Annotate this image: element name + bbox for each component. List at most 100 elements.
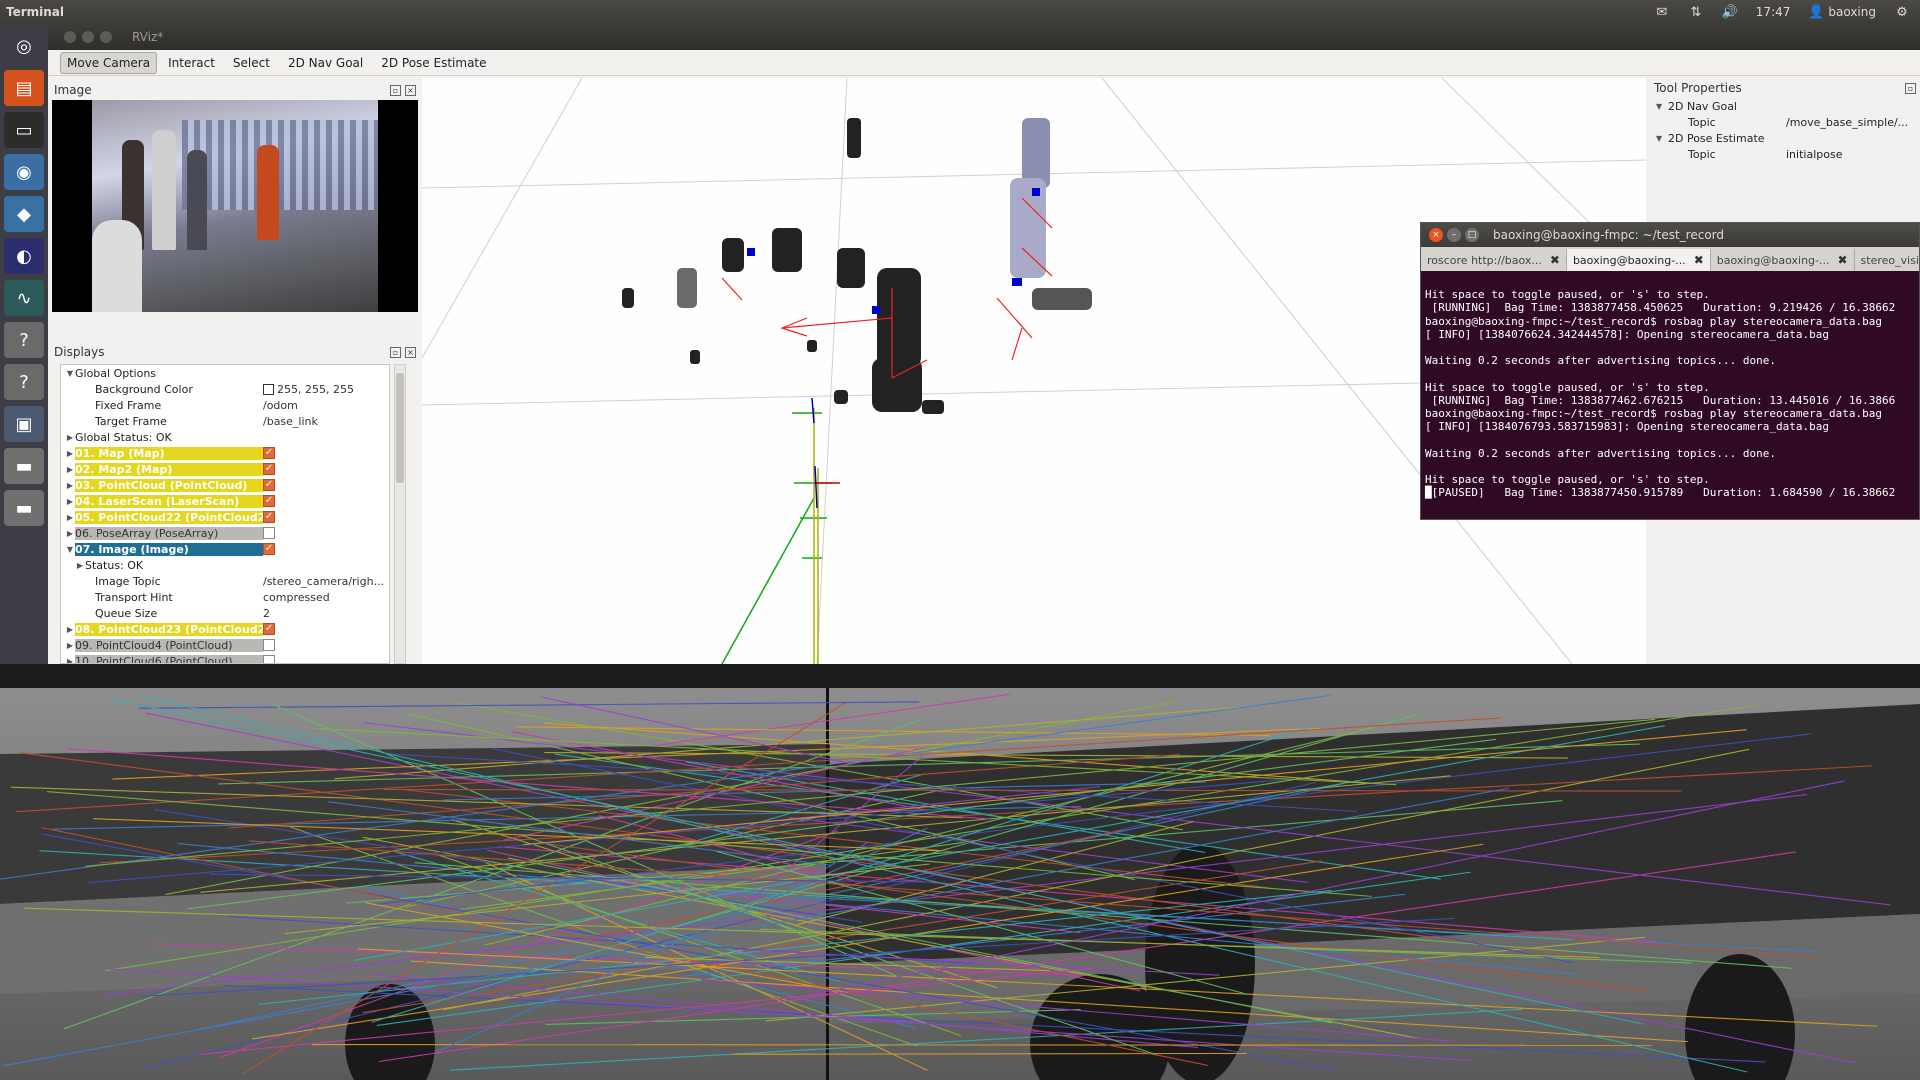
network-icon[interactable]: ⇅ [1688, 5, 1704, 20]
display-row[interactable]: Image Topic/stereo_camera/righ... [61, 573, 389, 589]
expand-arrow-icon[interactable]: ▶ [65, 513, 75, 522]
pose-estimate-tool[interactable]: 2D Pose Estimate [374, 52, 493, 74]
display-row[interactable]: ▶ Global Status: OK [61, 429, 389, 445]
enable-checkbox[interactable]: ✓ [263, 511, 275, 523]
display-value-cell[interactable]: ✓ [263, 447, 383, 459]
expand-arrow-icon[interactable]: ▶ [65, 641, 75, 650]
enable-checkbox[interactable]: ✓ [263, 623, 275, 635]
float-panel-icon[interactable]: ▫ [390, 346, 401, 358]
close-window-button[interactable]: × [1429, 228, 1443, 242]
enable-checkbox[interactable]: ✓ [263, 463, 275, 475]
enable-checkbox[interactable]: ✓ [263, 479, 275, 491]
collapse-arrow-icon[interactable]: ▼ [1656, 102, 1668, 111]
eclipse-icon[interactable]: ◐ [4, 238, 44, 274]
tool-property-value[interactable]: initialpose [1786, 148, 1914, 161]
display-row[interactable]: ▶ 08. PointCloud23 (PointCloud2) ✓ [61, 621, 389, 637]
tool-property-row[interactable]: ▼ 2D Pose Estimate [1656, 130, 1920, 146]
system-monitor-icon[interactable]: ∿ [4, 280, 44, 316]
nav-goal-tool[interactable]: 2D Nav Goal [281, 52, 370, 74]
float-panel-icon[interactable]: ▫ [1905, 82, 1916, 94]
display-value-cell[interactable]: 255, 255, 255 [263, 383, 383, 396]
collapse-arrow-icon[interactable]: ▼ [65, 369, 75, 378]
monitor-icon[interactable]: ▣ [4, 406, 44, 442]
close-tab-icon[interactable]: ✖ [1550, 253, 1560, 267]
display-value-cell[interactable] [263, 639, 383, 651]
volume-icon[interactable]: 🔊 [1722, 5, 1738, 20]
tool-property-row[interactable]: Topic/move_base_simple/... [1656, 114, 1920, 130]
tool-property-row[interactable]: Topic initialpose [1656, 146, 1920, 162]
display-row[interactable]: ▶ Status: OK [61, 557, 389, 573]
enable-checkbox[interactable]: ✓ [263, 543, 275, 555]
display-row[interactable]: Target Frame/base_link [61, 413, 389, 429]
expand-arrow-icon[interactable]: ▶ [65, 465, 75, 474]
enable-checkbox[interactable] [263, 655, 275, 663]
drive-icon[interactable]: ▬ [4, 490, 44, 526]
display-row[interactable]: Transport Hint compressed [61, 589, 389, 605]
display-row[interactable]: Fixed Frame/odom [61, 397, 389, 413]
terminal-tab[interactable]: stereo_vision. [1855, 249, 1920, 271]
display-value-cell[interactable]: ✓ [263, 495, 383, 507]
collapse-arrow-icon[interactable]: ▼ [1656, 134, 1668, 143]
minimize-window-button[interactable]: – [1447, 228, 1461, 242]
scrollbar-thumb[interactable] [396, 373, 404, 483]
display-row[interactable]: ▶ 05. PointCloud22 (PointCloud2) ✓ [61, 509, 389, 525]
clock[interactable]: 17:47 [1756, 5, 1791, 19]
display-row[interactable]: Background Color 255, 255, 255 [61, 381, 389, 397]
float-panel-icon[interactable]: ▫ [390, 84, 401, 96]
display-value-cell[interactable]: ✓ [263, 543, 383, 555]
close-panel-icon[interactable]: × [405, 346, 416, 358]
maximize-window-button[interactable] [100, 31, 112, 43]
terminal-icon[interactable]: ▭ [4, 112, 44, 148]
expand-arrow-icon[interactable]: ▶ [65, 449, 75, 458]
terminal-tab[interactable]: baoxing@baoxing-... ✖ [1566, 249, 1711, 271]
mail-icon[interactable]: ✉ [1654, 5, 1670, 20]
drive-icon[interactable]: ▬ [4, 448, 44, 484]
display-value-cell[interactable]: ✓ [263, 511, 383, 523]
color-swatch[interactable] [263, 383, 274, 395]
display-row[interactable]: ▶ 02. Map2 (Map) ✓ [61, 461, 389, 477]
chromium-icon[interactable]: ◉ [4, 154, 44, 190]
display-value-cell[interactable]: /base_link [263, 415, 383, 428]
ubuntu-dash-icon[interactable]: ◎ [4, 28, 44, 64]
python-icon[interactable]: ◆ [4, 196, 44, 232]
close-window-button[interactable] [64, 31, 76, 43]
display-value-cell[interactable]: compressed [263, 591, 383, 604]
move-camera-tool[interactable]: Move Camera [60, 51, 158, 74]
expand-arrow-icon[interactable]: ▶ [65, 497, 75, 506]
display-row[interactable]: ▶ 01. Map (Map) ✓ [61, 445, 389, 461]
select-tool[interactable]: Select [226, 52, 277, 74]
display-value-cell[interactable]: /odom [263, 399, 383, 412]
files-icon[interactable]: ▤ [4, 70, 44, 106]
display-row[interactable]: ▶ 06. PoseArray (PoseArray) [61, 525, 389, 541]
display-row[interactable]: ▶ 10. PointCloud6 (PointCloud) [61, 653, 389, 664]
user-menu[interactable]: 👤 baoxing [1808, 5, 1876, 20]
minimize-window-button[interactable] [82, 31, 94, 43]
display-row[interactable]: ▶ 04. LaserScan (LaserScan) ✓ [61, 493, 389, 509]
display-row[interactable]: Queue Size 2 [61, 605, 389, 621]
display-row[interactable]: ▶ 03. PointCloud (PointCloud) ✓ [61, 477, 389, 493]
display-row[interactable]: ▶ 09. PointCloud4 (PointCloud) [61, 637, 389, 653]
terminal-output[interactable]: Hit space to toggle paused, or 's' to st… [1421, 271, 1919, 521]
maximize-window-button[interactable]: □ [1465, 228, 1479, 242]
display-row[interactable]: ▼ Global Options [61, 365, 389, 381]
unknown-app-icon[interactable]: ? [4, 322, 44, 358]
displays-scrollbar[interactable] [394, 364, 406, 664]
expand-arrow-icon[interactable]: ▶ [65, 529, 75, 538]
enable-checkbox[interactable] [263, 527, 275, 539]
display-value-cell[interactable]: ✓ [263, 463, 383, 475]
expand-arrow-icon[interactable]: ▶ [75, 561, 85, 570]
terminal-tab[interactable]: roscore http://baox... ✖ [1421, 249, 1567, 271]
expand-arrow-icon[interactable]: ▶ [65, 657, 75, 664]
close-panel-icon[interactable]: × [405, 84, 416, 96]
interact-tool[interactable]: Interact [161, 52, 222, 74]
tool-property-row[interactable]: ▼ 2D Nav Goal [1656, 98, 1920, 114]
close-tab-icon[interactable]: ✖ [1694, 253, 1704, 267]
display-value-cell[interactable] [263, 527, 383, 539]
display-value-cell[interactable]: 2 [263, 607, 383, 620]
expand-arrow-icon[interactable]: ▶ [65, 625, 75, 634]
display-row[interactable]: ▼ 07. Image (Image) ✓ [61, 541, 389, 557]
enable-checkbox[interactable] [263, 639, 275, 651]
unknown-app-icon[interactable]: ? [4, 364, 44, 400]
expand-arrow-icon[interactable]: ▶ [65, 433, 75, 442]
expand-arrow-icon[interactable]: ▶ [65, 481, 75, 490]
